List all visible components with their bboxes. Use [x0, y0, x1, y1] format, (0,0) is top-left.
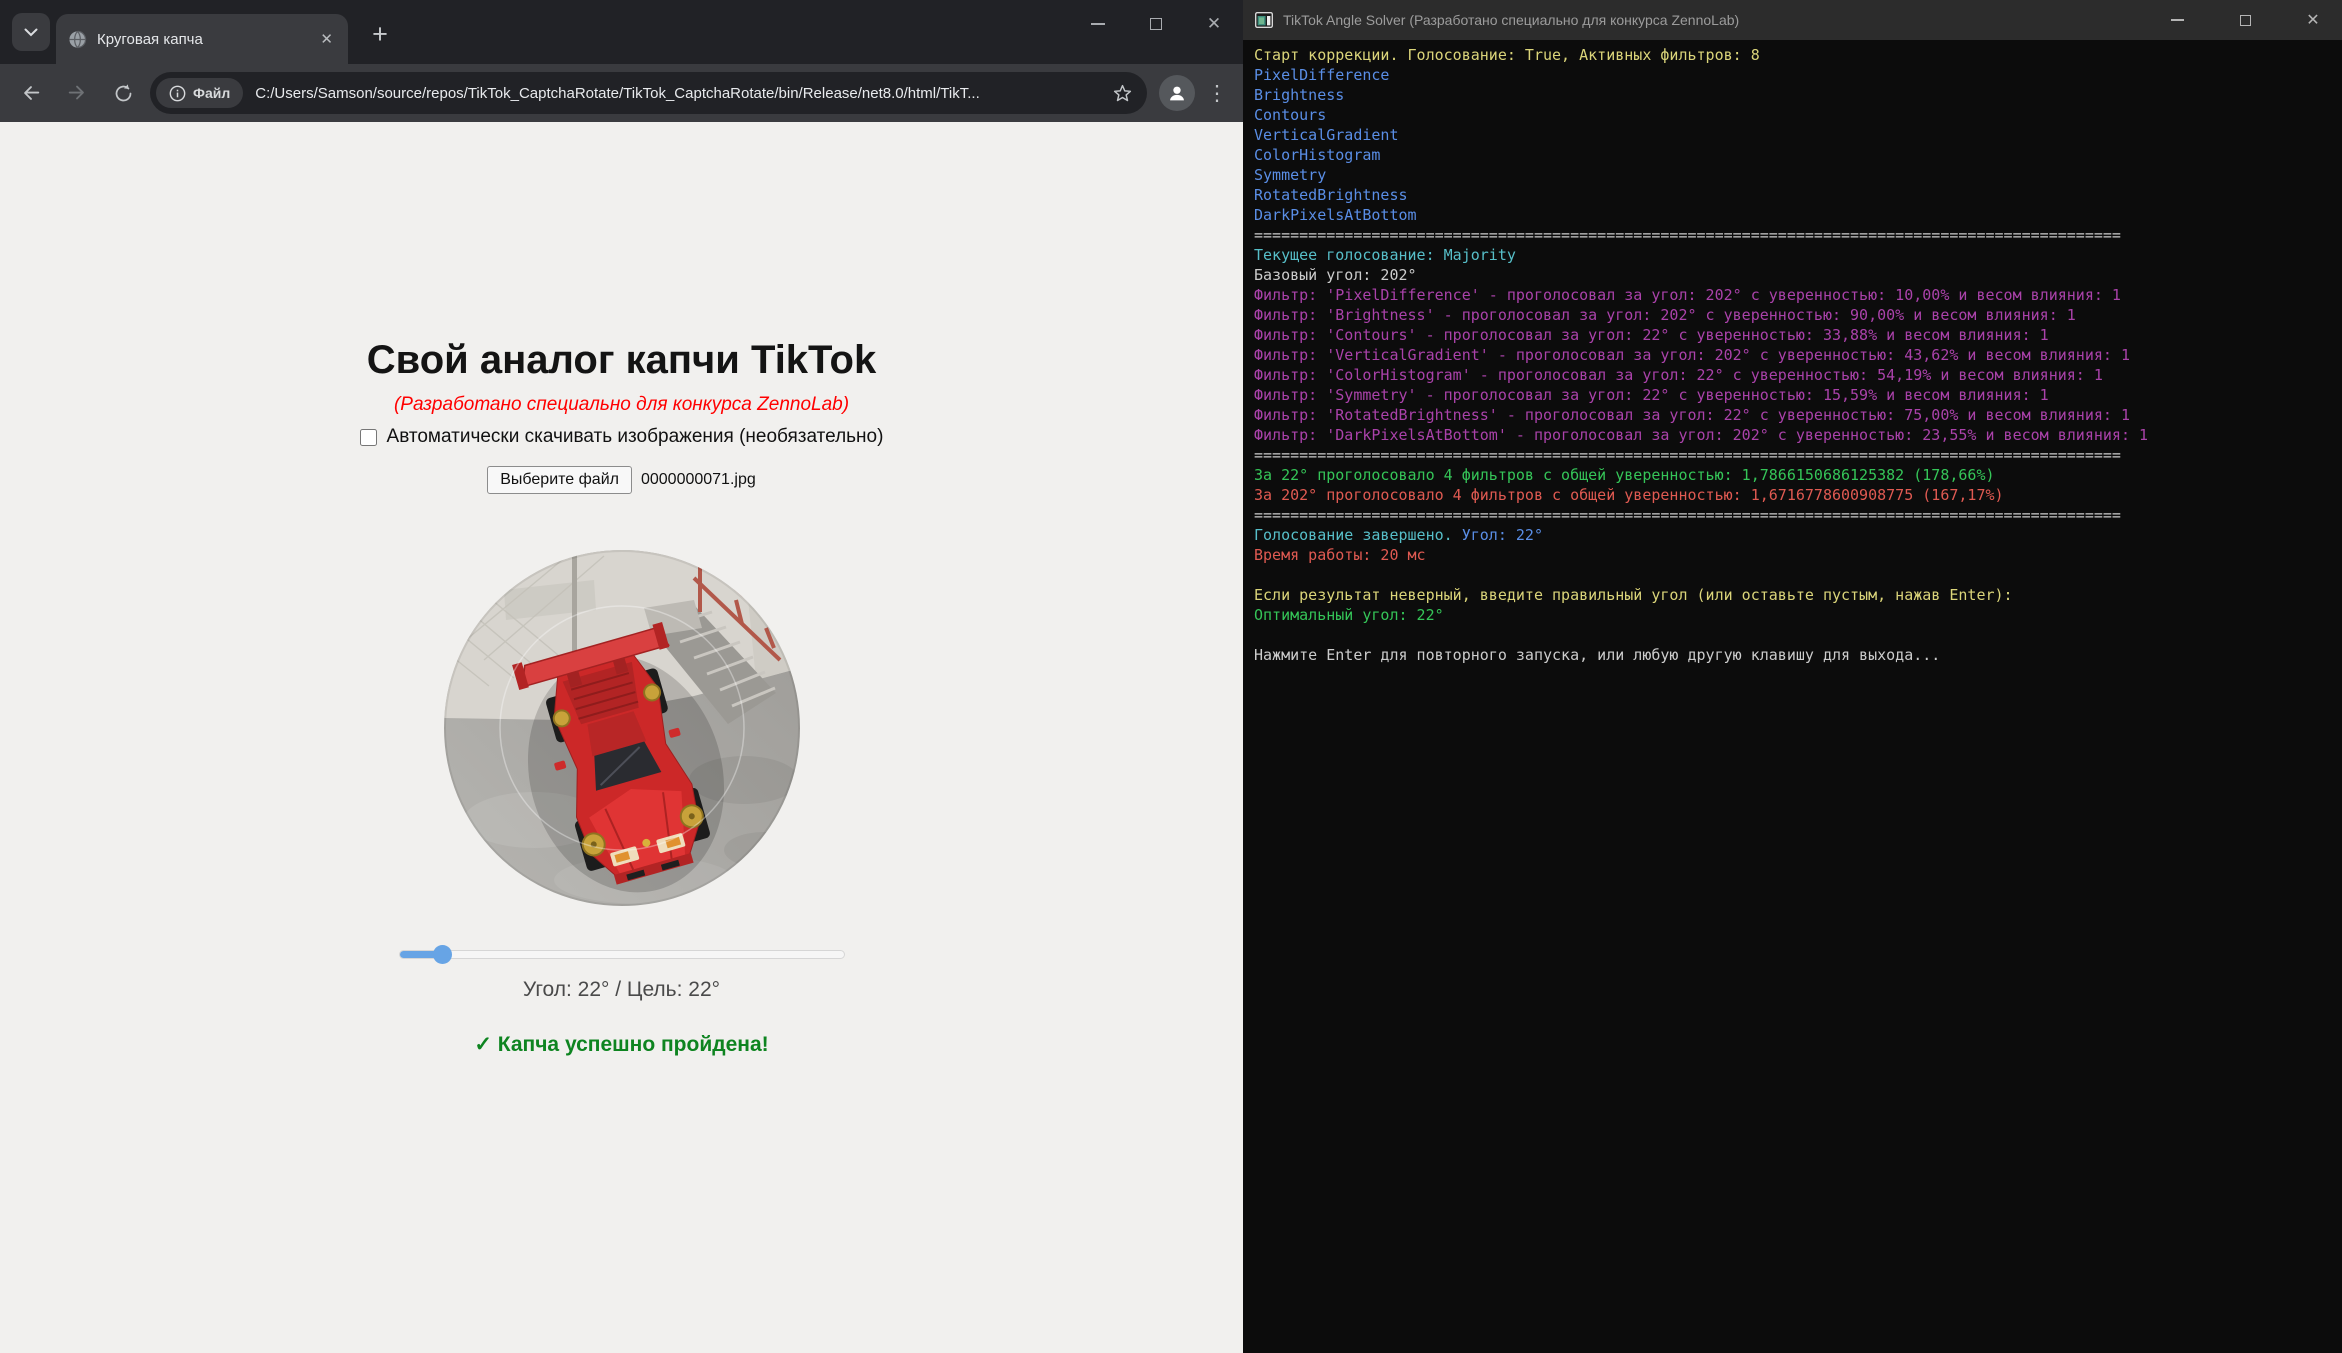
- captcha-image: [444, 550, 800, 906]
- rotation-slider[interactable]: [399, 944, 845, 964]
- browser-window-controls: ✕: [1069, 0, 1243, 48]
- maximize-icon: [1150, 18, 1162, 30]
- console-line: За 202° проголосовало 4 фильтров с общей…: [1254, 486, 2004, 504]
- console-line: Базовый угол: 202°: [1254, 266, 1417, 284]
- tab-title: Круговая капча: [97, 30, 203, 48]
- console-line: Фильтр: 'PixelDifference' - проголосовал…: [1254, 286, 2121, 304]
- console-line: Старт коррекции. Голосование: True, Акти…: [1254, 46, 1760, 64]
- console-line: Оптимальный угол: 22°: [1254, 606, 1444, 624]
- browser-maximize-button[interactable]: [1127, 0, 1185, 48]
- console-line: RotatedBrightness: [1254, 186, 1408, 204]
- slider-thumb[interactable]: [432, 945, 452, 964]
- page-title: Свой аналог капчи TikTok: [366, 338, 877, 382]
- reload-button[interactable]: [104, 74, 142, 112]
- success-message: ✓ Капча успешно пройдена!: [474, 1033, 769, 1056]
- console-line: Symmetry: [1254, 166, 1327, 184]
- console-line: Фильтр: 'RotatedBrightness' - проголосов…: [1254, 406, 2130, 424]
- page-subtitle: (Разработано специально для конкурса Zen…: [393, 394, 850, 415]
- console-line: Фильтр: 'VerticalGradient' - проголосова…: [1254, 346, 2130, 364]
- minimize-icon: [2170, 19, 2184, 21]
- console-line: Нажмите Enter для повторного запуска, ил…: [1254, 646, 1941, 664]
- console-line: Фильтр: 'DarkPixelsAtBottom' - проголосо…: [1254, 426, 2149, 444]
- person-icon: [1166, 82, 1188, 104]
- back-button[interactable]: [12, 74, 50, 112]
- file-input-row: Выберите файл 0000000071.jpg: [0, 466, 1243, 494]
- file-scheme-chip[interactable]: Файл: [156, 78, 244, 108]
- tab-strip: Круговая капча ✕ + ✕: [0, 0, 1243, 64]
- browser-menu-button[interactable]: ⋮: [1203, 81, 1231, 106]
- console-line: VerticalGradient: [1254, 126, 1399, 144]
- browser-window: Круговая капча ✕ + ✕ Файл C:/Users/Samso…: [0, 0, 1243, 1353]
- car-illustration: [444, 550, 800, 906]
- console-line: Фильтр: 'Symmetry' - проголосовал за уго…: [1254, 386, 2049, 404]
- address-bar[interactable]: Файл C:/Users/Samson/source/repos/TikTok…: [150, 72, 1147, 114]
- info-icon: [169, 85, 186, 102]
- tab-search-button[interactable]: [12, 13, 50, 51]
- console-line: Фильтр: 'Brightness' - проголосовал за у…: [1254, 306, 2076, 324]
- console-title: TikTok Angle Solver (Разработано специал…: [1283, 12, 1740, 28]
- minimize-icon: [1091, 23, 1105, 25]
- bookmark-star-icon[interactable]: [1112, 83, 1133, 104]
- profile-avatar-button[interactable]: [1159, 75, 1195, 111]
- globe-icon: [68, 30, 87, 49]
- console-close-button[interactable]: ✕: [2284, 0, 2342, 40]
- console-line: DarkPixelsAtBottom: [1254, 206, 1417, 224]
- browser-close-button[interactable]: ✕: [1185, 0, 1243, 48]
- console-line: PixelDifference: [1254, 66, 1390, 84]
- auto-download-checkbox[interactable]: [359, 428, 377, 446]
- console-line: Фильтр: 'Contours' - проголосовал за уго…: [1254, 326, 2049, 344]
- console-line: Голосование завершено. Угол: 22°: [1254, 526, 1543, 544]
- console-titlebar: TikTok Angle Solver (Разработано специал…: [1243, 0, 2342, 40]
- forward-button[interactable]: [58, 74, 96, 112]
- screen: Круговая капча ✕ + ✕ Файл C:/Users/Samso…: [0, 0, 2342, 1353]
- auto-download-row: Автоматически скачивать изображения (нео…: [0, 426, 1243, 448]
- new-tab-button[interactable]: +: [362, 16, 398, 52]
- console-line: Время работы: 20 мс: [1254, 546, 1426, 564]
- console-output: Старт коррекции. Голосование: True, Акти…: [1243, 40, 2342, 1353]
- maximize-icon: [2239, 14, 2251, 26]
- slider-track[interactable]: [399, 950, 845, 959]
- angle-label: Угол: 22° / Цель: 22°: [522, 978, 721, 1001]
- console-window: TikTok Angle Solver (Разработано специал…: [1243, 0, 2342, 1353]
- file-select-button[interactable]: Выберите файл: [487, 466, 632, 494]
- browser-tab[interactable]: Круговая капча ✕: [56, 14, 348, 64]
- console-line: Contours: [1254, 106, 1327, 124]
- selected-file-name: 0000000071.jpg: [640, 471, 756, 488]
- console-line: За 22° проголосовало 4 фильтров с общей …: [1254, 466, 1995, 484]
- console-minimize-button[interactable]: [2148, 0, 2206, 40]
- console-line: ColorHistogram: [1254, 146, 1381, 164]
- console-line: Если результат неверный, введите правиль…: [1254, 586, 2013, 604]
- console-line: ========================================…: [1254, 446, 2121, 464]
- tab-close-icon[interactable]: ✕: [317, 29, 336, 50]
- captcha-page: Свой аналог капчи TikTok (Разработано сп…: [0, 122, 1243, 1353]
- console-maximize-button[interactable]: [2216, 0, 2274, 40]
- auto-download-label: Автоматически скачивать изображения (нео…: [386, 426, 884, 447]
- console-line: ========================================…: [1254, 506, 2121, 524]
- console-line: Brightness: [1254, 86, 1345, 104]
- console-line: ========================================…: [1254, 226, 2121, 244]
- url-text: C:/Users/Samson/source/repos/TikTok_Capt…: [255, 84, 980, 102]
- console-line: Текущее голосование: Majority: [1254, 246, 1516, 264]
- file-chip-label: Файл: [193, 85, 231, 101]
- console-app-icon: [1255, 12, 1273, 28]
- browser-toolbar: Файл C:/Users/Samson/source/repos/TikTok…: [0, 64, 1243, 122]
- chevron-down-icon: [24, 28, 38, 37]
- console-line: Фильтр: 'ColorHistogram' - проголосовал …: [1254, 366, 2103, 384]
- browser-minimize-button[interactable]: [1069, 0, 1127, 48]
